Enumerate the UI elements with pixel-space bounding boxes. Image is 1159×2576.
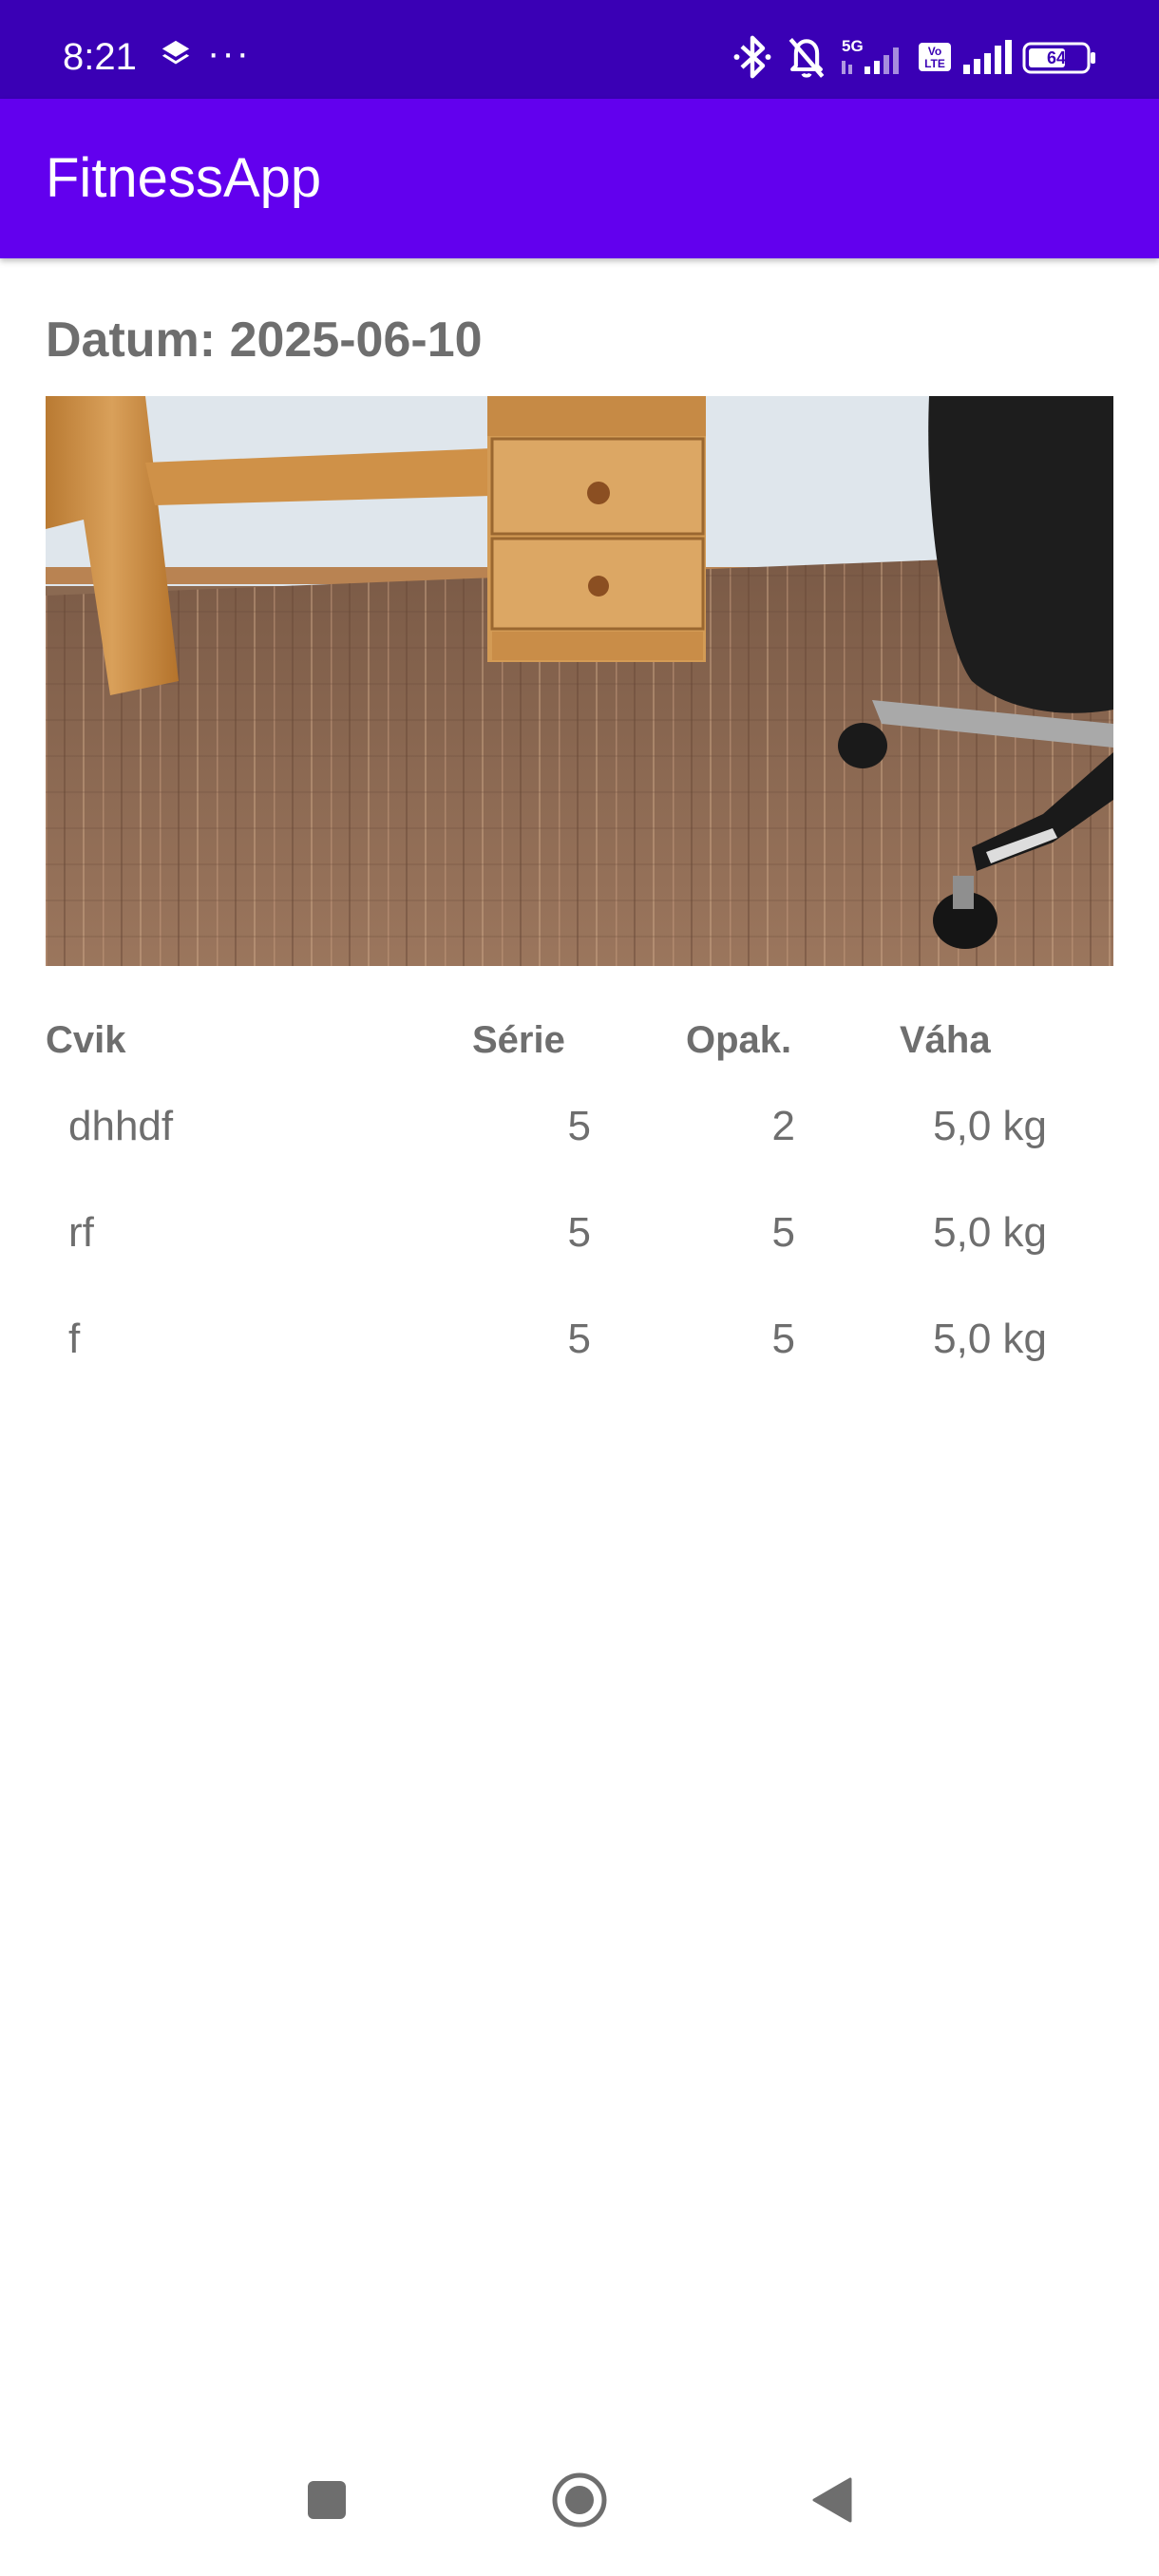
exercise-sets: 5 <box>567 1209 591 1256</box>
exercise-name: f <box>68 1316 81 1362</box>
exercise-sets: 5 <box>567 1103 591 1149</box>
recents-button[interactable] <box>279 2453 374 2548</box>
exercise-reps: 5 <box>771 1316 795 1362</box>
exercise-reps: 5 <box>771 1209 795 1256</box>
volte-icon: Vo LTE <box>918 32 954 82</box>
date-value: 2025-06-10 <box>229 313 483 368</box>
exercise-sets: 5 <box>567 1316 591 1362</box>
app-title: FitnessApp <box>46 147 322 209</box>
layers-icon <box>160 38 192 75</box>
workout-photo <box>46 396 1113 966</box>
exercise-name: dhhdf <box>68 1103 174 1149</box>
table-row: f 5 5 5,0 kg <box>0 1286 1159 1392</box>
svg-text:Vo: Vo <box>928 45 941 58</box>
battery-icon: 64 <box>1022 32 1098 82</box>
cell-signal-icon <box>961 32 1015 82</box>
5g-signal-icon: 5G <box>840 32 910 82</box>
workout-date: Datum: 2025-06-10 <box>46 310 483 370</box>
network-type-label: 5G <box>842 37 864 55</box>
more-notifications-icon: ··· <box>207 32 251 74</box>
header-reps: Opak. <box>686 1019 792 1061</box>
bluetooth-icon <box>732 32 773 82</box>
exercise-reps: 2 <box>771 1103 795 1149</box>
exercise-weight: 5,0 kg <box>933 1209 1047 1256</box>
table-row: rf 5 5 5,0 kg <box>0 1180 1159 1286</box>
back-triangle-icon <box>812 2477 852 2523</box>
back-button[interactable] <box>785 2453 880 2548</box>
table-row: dhhdf 5 2 5,0 kg <box>0 1073 1159 1180</box>
screen: 8:21 ··· 5G Vo LTE 64 FitnessApp Datum: … <box>0 0 1159 2576</box>
exercise-weight: 5,0 kg <box>933 1316 1047 1362</box>
recents-square-icon <box>308 2481 346 2519</box>
navigation-bar <box>0 2432 1159 2576</box>
exercise-weight: 5,0 kg <box>933 1103 1047 1149</box>
home-circle-icon <box>552 2472 607 2528</box>
header-exercise: Cvik <box>46 1019 126 1061</box>
header-weight: Váha <box>900 1019 991 1061</box>
home-button[interactable] <box>532 2453 627 2548</box>
svg-text:LTE: LTE <box>924 57 945 70</box>
header-sets: Série <box>472 1019 565 1061</box>
exercise-name: rf <box>68 1209 94 1256</box>
battery-level: 64 <box>1047 48 1066 67</box>
bell-off-icon <box>785 32 828 82</box>
status-bar: 8:21 ··· 5G Vo LTE 64 <box>0 0 1159 99</box>
status-time: 8:21 <box>63 36 137 78</box>
app-bar: FitnessApp <box>0 99 1159 258</box>
date-label: Datum: <box>46 313 230 368</box>
